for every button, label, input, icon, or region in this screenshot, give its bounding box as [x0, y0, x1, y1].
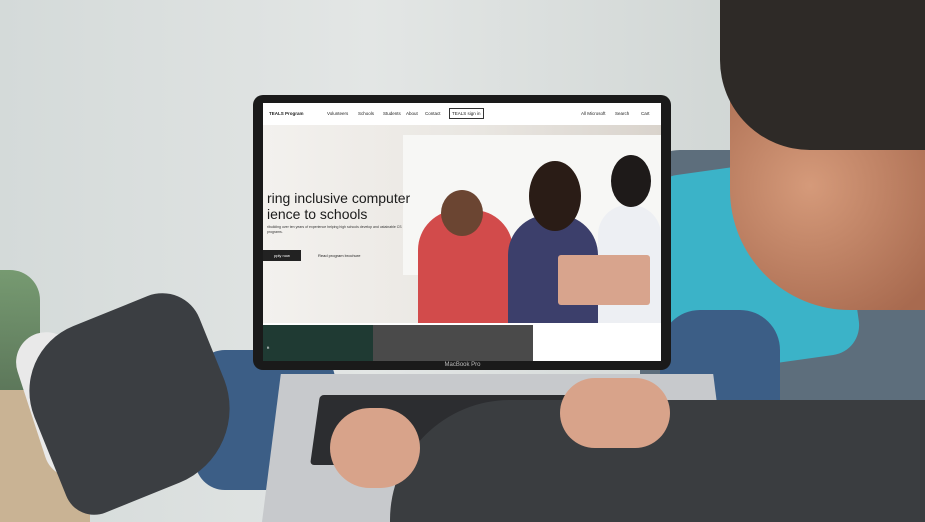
- person-hair: [720, 0, 925, 150]
- nav-item-contact[interactable]: Contact: [425, 111, 441, 116]
- read-brochure-link[interactable]: Read program brochure: [318, 250, 360, 261]
- left-hand: [330, 408, 420, 488]
- hero-title: ring inclusive computer ience to schools: [267, 190, 411, 222]
- photo-scene: TEALS Program Volunteers Schools Student…: [0, 0, 925, 522]
- laptop-brand-label: MacBook Pro: [444, 362, 481, 368]
- person-center-head: [529, 161, 581, 231]
- nav-cart[interactable]: Cart: [641, 111, 650, 116]
- person-left-head: [441, 190, 483, 236]
- nav-item-about[interactable]: About: [406, 111, 418, 116]
- nav-item-schools[interactable]: Schools: [358, 111, 374, 116]
- right-hand: [560, 378, 670, 448]
- nav-item-volunteers[interactable]: Volunteers: [327, 111, 348, 116]
- nav-brand[interactable]: TEALS Program: [269, 111, 304, 116]
- feature-tile-text: ft: [267, 345, 270, 350]
- feature-tile[interactable]: ft: [263, 325, 373, 361]
- laptop-screen: TEALS Program Volunteers Schools Student…: [263, 103, 661, 361]
- apply-button[interactable]: pply now: [263, 250, 301, 261]
- hero-section: ring inclusive computer ience to schools…: [263, 125, 661, 325]
- nav-search[interactable]: Search: [615, 111, 629, 116]
- signin-button[interactable]: TEALS sign in: [449, 108, 484, 119]
- hero-subtitle: ribuilding over ten years of experience …: [267, 225, 402, 234]
- laptop-in-photo: [558, 255, 650, 305]
- nav-item-students[interactable]: Students: [383, 111, 401, 116]
- site-nav: TEALS Program Volunteers Schools Student…: [263, 103, 661, 126]
- nav-all-microsoft[interactable]: All Microsoft: [581, 111, 606, 116]
- person-right-head: [611, 155, 651, 207]
- feature-tile-image[interactable]: [373, 325, 533, 361]
